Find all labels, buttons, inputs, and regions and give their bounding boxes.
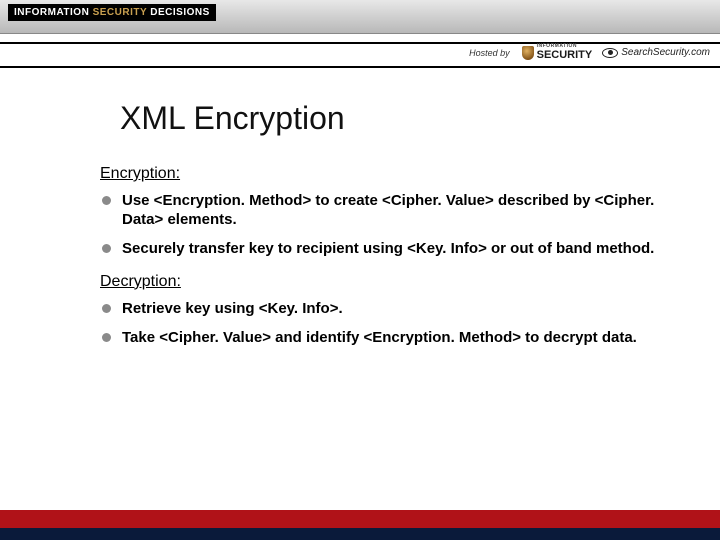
eye-icon xyxy=(602,48,618,58)
footer-red-bar xyxy=(0,510,720,528)
sponsor1-main: SECURITY xyxy=(537,49,593,61)
bullet-list-decryption: Retrieve key using <Key. Info>. Take <Ci… xyxy=(100,299,660,347)
list-item: Securely transfer key to recipient using… xyxy=(100,239,660,258)
hosted-by-row: Hosted by INFORMATION SECURITY SearchSec… xyxy=(469,44,710,61)
list-item: Retrieve key using <Key. Info>. xyxy=(100,299,660,318)
shield-icon xyxy=(522,46,534,60)
brand-badge: INFORMATION SECURITY DECISIONS xyxy=(8,4,216,21)
sponsor-searchsecurity-logo: SearchSecurity.com xyxy=(602,47,710,58)
hosted-by-label: Hosted by xyxy=(469,48,510,58)
section-label-decryption: Decryption: xyxy=(100,273,660,291)
divider-bottom xyxy=(0,66,720,68)
brand-text-2: SECURITY xyxy=(93,7,151,18)
brand-text-1: INFORMATION xyxy=(14,7,93,18)
header-bar: INFORMATION SECURITY DECISIONS xyxy=(0,0,720,34)
list-item: Use <Encryption. Method> to create <Ciph… xyxy=(100,191,660,229)
bullet-list-encryption: Use <Encryption. Method> to create <Ciph… xyxy=(100,191,660,259)
list-item: Take <Cipher. Value> and identify <Encry… xyxy=(100,328,660,347)
brand-text-3: DECISIONS xyxy=(150,7,210,18)
sponsor-security-logo: INFORMATION SECURITY xyxy=(522,44,593,61)
sponsor2-text: SearchSecurity.com xyxy=(621,47,710,58)
footer-navy-bar xyxy=(0,528,720,540)
slide-content: XML Encryption Encryption: Use <Encrypti… xyxy=(100,100,660,361)
slide-title: XML Encryption xyxy=(120,100,660,137)
footer-bars xyxy=(0,510,720,540)
section-label-encryption: Encryption: xyxy=(100,165,660,183)
